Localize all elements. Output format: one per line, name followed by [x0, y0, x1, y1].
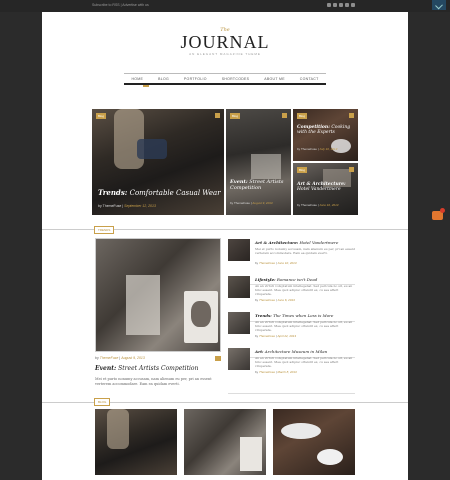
list-item-excerpt: An an virtuti voluptatum intellegebat. S…	[255, 284, 353, 297]
comment-count-icon[interactable]	[215, 356, 221, 361]
nav-item-blog[interactable]: BLOG	[158, 77, 169, 81]
rss-icon[interactable]	[351, 3, 355, 7]
image-detail	[137, 139, 167, 159]
nav-item-about[interactable]: ABOUT ME	[264, 77, 285, 81]
topbar-links[interactable]: Subscribe to RSS | Advertise with us	[92, 3, 149, 7]
site-logo[interactable]: JOURNAL	[42, 32, 408, 53]
list-item-excerpt: An an virtuti voluptatum intellegebat. S…	[255, 320, 353, 333]
back-to-top-icon[interactable]	[432, 0, 446, 10]
category-badge[interactable]: Blog	[297, 113, 308, 119]
image-detail	[126, 275, 160, 335]
post-thumbnail[interactable]	[228, 239, 250, 261]
category-badge[interactable]: Blog	[230, 113, 241, 119]
post-thumbnail[interactable]	[228, 312, 250, 334]
main-post-meta: by ThemeFuse | August 9, 2013	[95, 356, 145, 360]
expand-icon[interactable]	[349, 113, 354, 118]
list-item[interactable]: Art: Architecture Museum in Milan An an …	[228, 348, 355, 394]
section-label-blog[interactable]: BLOG	[94, 398, 111, 406]
instagram-icon[interactable]	[345, 3, 349, 7]
facebook-icon[interactable]	[327, 3, 331, 7]
page-container: The JOURNAL AN ELEGANT MAGAZINE THEME HO…	[42, 12, 408, 480]
tile-title[interactable]: Art & Architecture: Hotel Vandertmere	[297, 182, 355, 193]
nav-item-shortcodes[interactable]: SHORTCODES	[222, 77, 250, 81]
list-item-meta: by ThemeFuse | April 22, 2013	[255, 334, 296, 338]
image-detail	[251, 154, 281, 179]
image-detail	[273, 409, 355, 475]
image-detail	[281, 423, 321, 439]
featured-tile[interactable]: Blog Competition: Cooking with the Exper…	[293, 109, 358, 161]
tile-title[interactable]: Event: Street Artists Competition	[230, 179, 288, 191]
image-detail	[107, 409, 129, 449]
list-item-title[interactable]: Lifestyle: Romance isn't Dead	[255, 277, 317, 282]
category-badge[interactable]: Blog	[297, 167, 308, 173]
list-item-meta: by ThemeFuse | June 10, 2013	[255, 261, 297, 265]
blog-post-image[interactable]	[184, 409, 266, 475]
nav-item-contact[interactable]: CONTACT	[300, 77, 319, 81]
list-item-meta: by ThemeFuse | March 8, 2013	[255, 370, 297, 374]
tile-meta: by ThemeFuse | August 9, 2013	[230, 201, 273, 205]
featured-image	[92, 109, 224, 215]
social-icons	[327, 3, 355, 7]
top-bar: Subscribe to RSS | Advertise with us	[0, 0, 450, 12]
pinterest-icon[interactable]	[339, 3, 343, 7]
featured-tile[interactable]: Blog Event: Street Artists Competition b…	[226, 109, 291, 215]
image-detail	[317, 449, 343, 465]
list-item-title[interactable]: Art: Architecture Museum in Milan	[255, 349, 327, 354]
image-detail	[191, 301, 211, 327]
featured-tile[interactable]: Blog Art & Architecture: Hotel Vandertme…	[293, 163, 358, 215]
main-post-title[interactable]: Event: Street Artists Competition	[95, 365, 198, 372]
blog-post-image[interactable]	[95, 409, 177, 475]
list-item-excerpt: An an virtuti voluptatum intellegebat. S…	[255, 356, 353, 369]
post-thumbnail[interactable]	[228, 348, 250, 370]
list-item-excerpt: Mei et purto nonumy accusam, nam alienum…	[255, 247, 355, 256]
main-nav: HOME BLOG PORTFOLIO SHORTCODES ABOUT ME …	[124, 73, 326, 85]
nav-item-portfolio[interactable]: PORTFOLIO	[184, 77, 207, 81]
tile-meta: by ThemeFuse | June 10, 2013	[297, 203, 339, 207]
category-badge[interactable]: Blog	[96, 113, 107, 119]
list-item-title[interactable]: Art & Architecture: Hotel Vandertmere	[255, 240, 338, 245]
list-item-title[interactable]: Trends: The Times when Less is More	[255, 313, 333, 318]
tile-meta: by ThemeFuse | July 10, 2013	[297, 147, 338, 151]
main-post-excerpt: Mei et purto nonumy accusam, nam alienum…	[95, 377, 212, 387]
nav-item-home[interactable]: HOME	[131, 77, 143, 81]
expand-icon[interactable]	[282, 113, 287, 118]
site-tagline: AN ELEGANT MAGAZINE THEME	[189, 52, 261, 56]
section-label-trends[interactable]: TRENDS	[94, 226, 115, 234]
expand-icon[interactable]	[215, 113, 220, 118]
nav-active-indicator	[143, 85, 149, 87]
post-thumbnail[interactable]	[228, 276, 250, 298]
notification-badge	[440, 208, 445, 213]
list-item-meta: by ThemeFuse | June 6, 2013	[255, 298, 295, 302]
tile-title[interactable]: Competition: Cooking with the Experts	[297, 125, 355, 136]
blog-post-image[interactable]	[273, 409, 355, 475]
tile-title[interactable]: Trends: Comfortable Casual Wear	[98, 189, 221, 198]
tile-meta: by ThemeFuse | September 12, 2013	[98, 204, 156, 208]
expand-icon[interactable]	[349, 167, 354, 172]
image-detail	[240, 437, 262, 471]
main-post-image[interactable]	[95, 238, 221, 352]
featured-tile[interactable]: Blog Trends: Comfortable Casual Wear by …	[92, 109, 224, 215]
twitter-icon[interactable]	[333, 3, 337, 7]
